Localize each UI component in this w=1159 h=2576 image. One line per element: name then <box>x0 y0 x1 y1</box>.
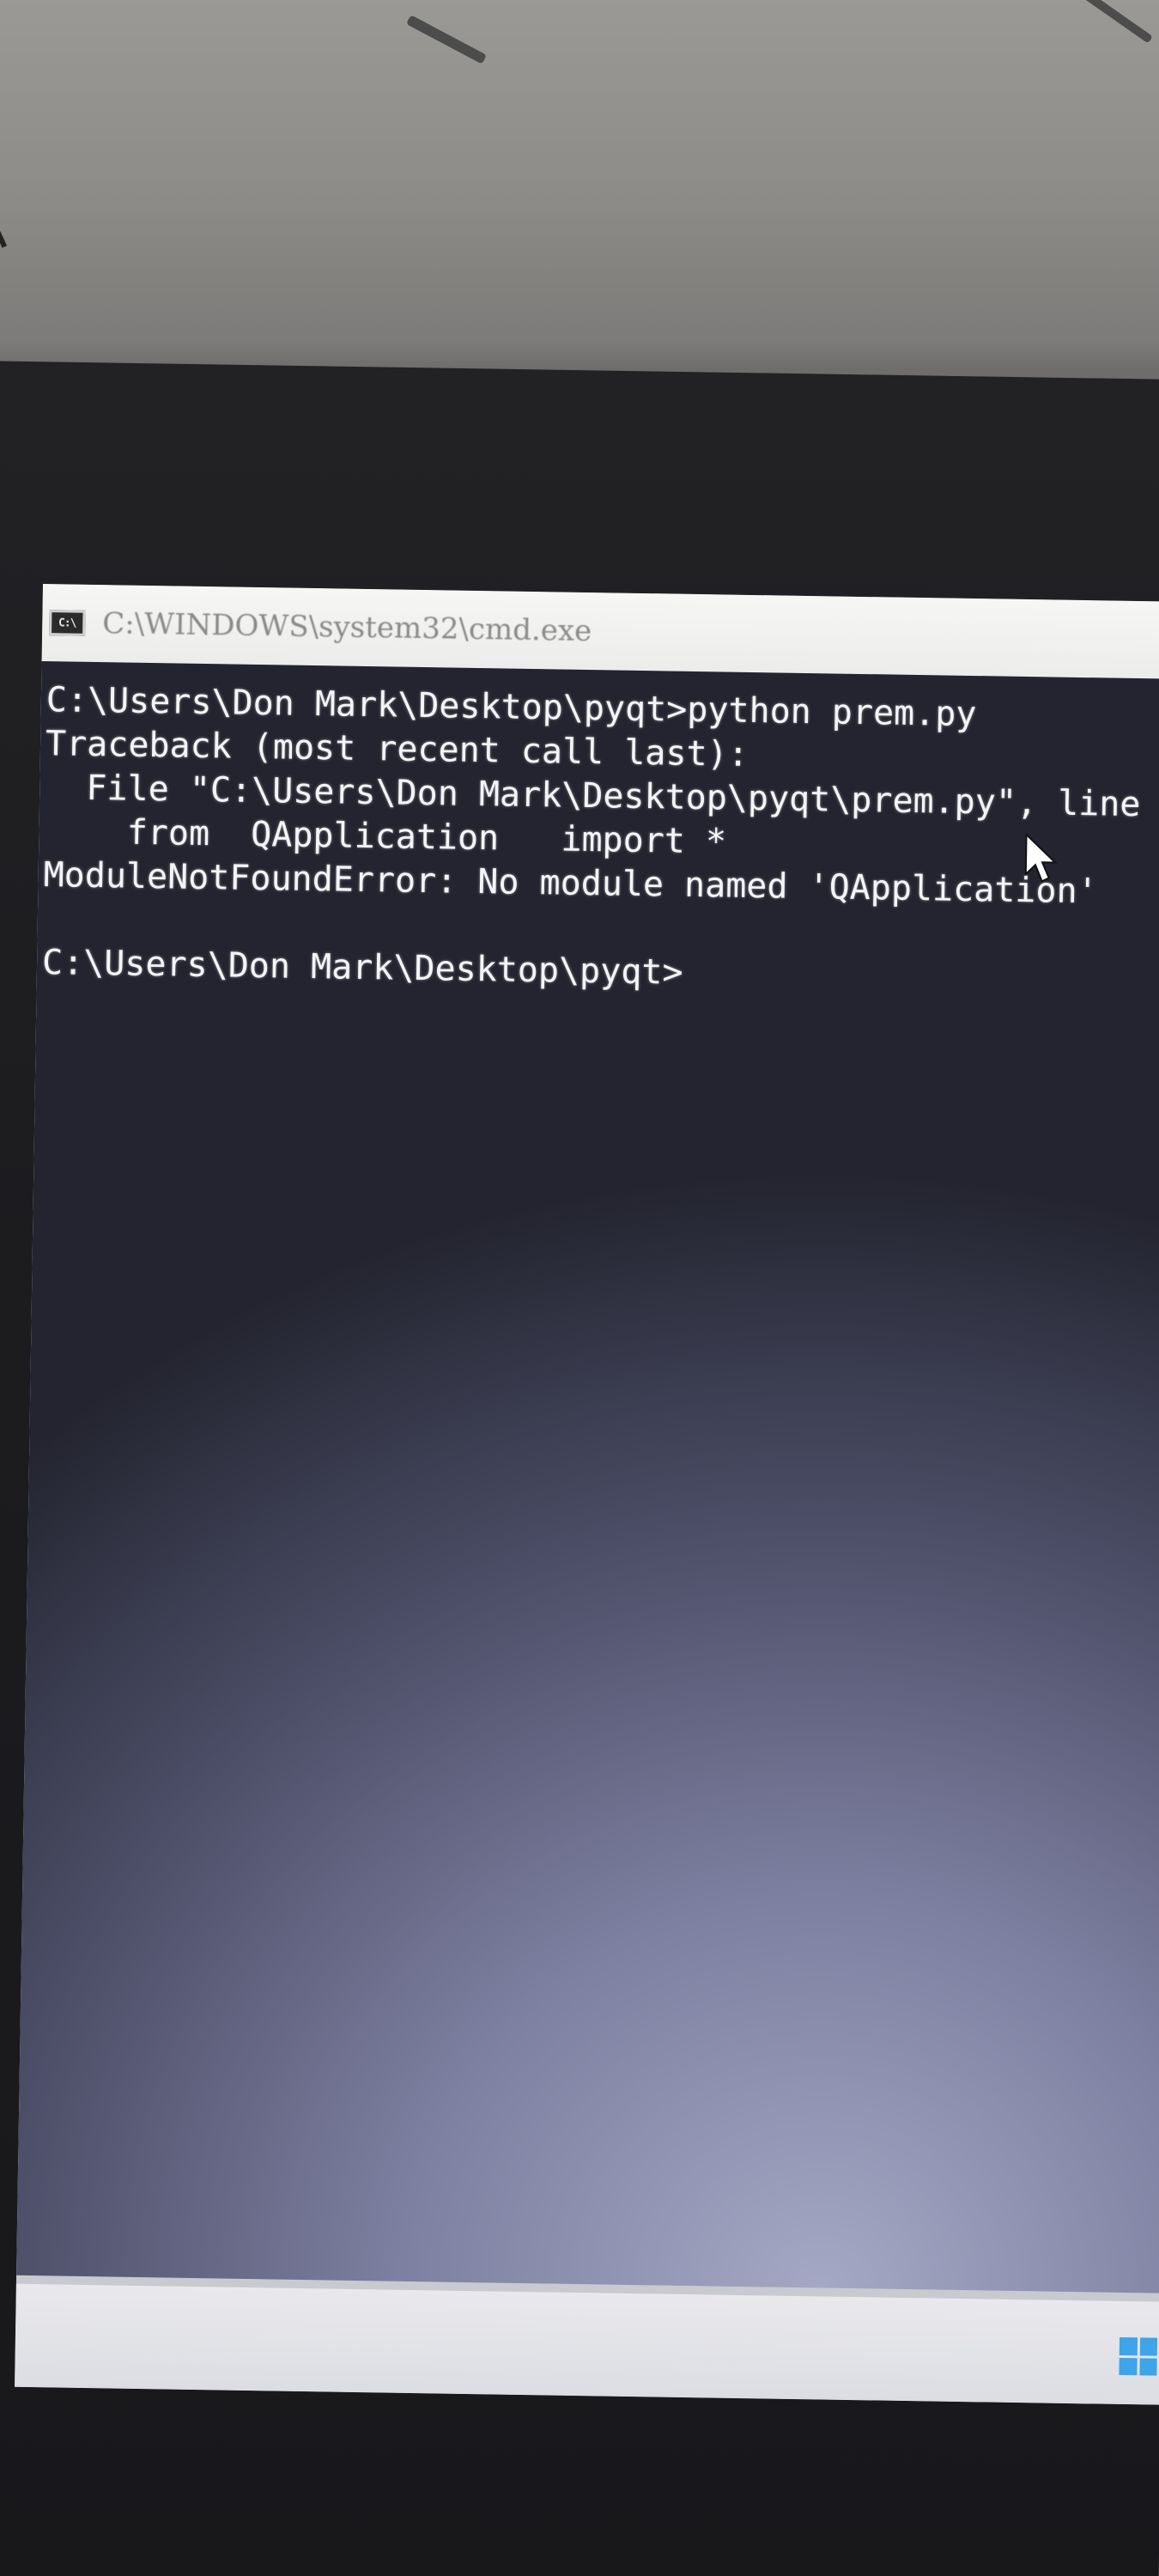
cable <box>0 198 8 248</box>
photo-scene: C:\ C:\WINDOWS\system32\cmd.exe C:\Users… <box>0 0 1159 2576</box>
windows-logo-icon[interactable] <box>1119 2336 1158 2376</box>
taskbar <box>15 2283 1159 2405</box>
windows-logo-tile <box>1119 2357 1138 2376</box>
windows-logo-tile <box>1138 2357 1157 2376</box>
windows-logo-tile <box>1139 2337 1158 2356</box>
wall-mark <box>406 15 487 64</box>
console-output[interactable]: C:\Users\Don Mark\Desktop\pyqt>python pr… <box>16 660 1159 2293</box>
monitor-screen: C:\ C:\WINDOWS\system32\cmd.exe C:\Users… <box>15 584 1159 2405</box>
cmd-icon: C:\ <box>49 610 86 636</box>
mouse-cursor-icon <box>1024 832 1058 883</box>
windows-logo-tile <box>1119 2336 1138 2355</box>
window-title: C:\WINDOWS\system32\cmd.exe <box>101 606 592 649</box>
wall-mark <box>1071 0 1153 44</box>
